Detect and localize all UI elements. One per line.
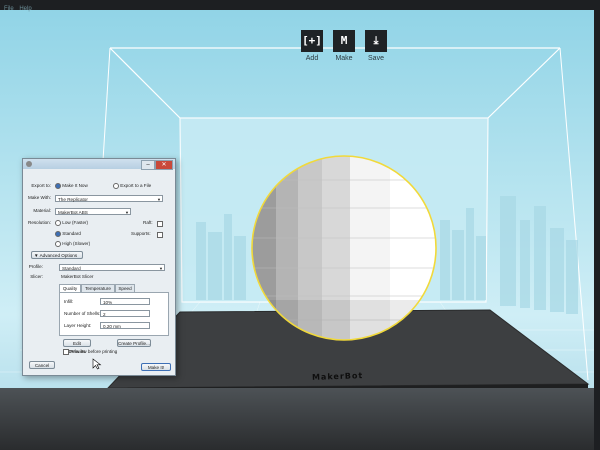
add-button[interactable]: [+] Add [298,30,326,62]
infill-label: Infill: [64,299,74,304]
create-profile-button[interactable]: Create Profile... [117,339,151,347]
material-value: MakerBot ABS [58,210,88,215]
make-with-value: The Replicator [58,197,88,202]
raft-checkbox[interactable] [157,221,163,227]
app-icon [26,161,32,167]
export-to-label: Export to: [31,183,51,188]
make-with-label: Make With: [28,195,51,200]
platform-logo: MakerBot [311,371,364,382]
resolution-low-label: Low (Faster) [62,220,89,226]
dialog-titlebar[interactable]: – ✕ [23,159,175,170]
tab-content: Infill: 10% Number of Shells: 2 Layer He… [59,292,169,336]
raft-label: Raft: [143,220,153,225]
profile-row: Profile: Standard ▼ [23,264,173,272]
profile-value: Standard [62,266,81,271]
make-label: Make [335,55,353,62]
chevron-down-icon: ▼ [125,210,129,215]
menu-bar: File Help [0,6,120,18]
preview-checkbox[interactable] [63,349,69,355]
edit-defaults-button[interactable]: Edit Defaults [63,339,91,354]
material-label: Material: [33,208,51,213]
close-button[interactable]: ✕ [155,160,173,170]
volume-edge [109,47,181,119]
material-row: Material: MakerBot ABS ▼ [23,208,173,216]
monitor-bezel-right [594,0,600,450]
resolution-label: Resolution: [28,220,51,225]
sphere-model[interactable] [246,150,442,346]
profile-label: Profile: [28,264,43,269]
slicer-row: Slicer: MakerBot Slicer [23,274,173,282]
save-label: Save [368,55,384,62]
export-row: Export to: Make It Now Export to a File [23,183,173,191]
resolution-low-row: Resolution: Low (Faster) Raft: [23,220,173,228]
layer-height-value: 0.20 mm [103,324,121,329]
makerbot-m-icon: M [333,30,355,52]
resolution-high-option[interactable]: High (Slower) [55,241,90,247]
desk-area [0,388,600,450]
make-with-row: Make With: The Replicator ▼ [23,195,173,203]
infill-value: 10% [103,300,113,305]
menu-item-help[interactable]: Help [19,6,31,12]
make-it-now-label: Make It Now [62,183,88,189]
resolution-high-label: High (Slower) [62,241,91,247]
material-select[interactable]: MakerBot ABS ▼ [55,208,131,215]
collapse-icon: ▼ [34,253,39,258]
download-icon: ⤓ [365,30,387,52]
tab-temperature[interactable]: Temperature [81,284,115,292]
tab-speed[interactable]: Speed [115,284,135,292]
resolution-low-option[interactable]: Low (Faster) [55,220,88,226]
shells-value: 2 [103,312,106,317]
add-label: Add [305,55,319,62]
supports-checkbox[interactable] [157,232,163,238]
advanced-options-toggle[interactable]: ▼ Advanced Options [31,251,83,259]
chevron-down-icon: ▼ [157,197,161,202]
radio-icon [55,231,61,237]
make-dialog: – ✕ Export to: Make It Now Export to a F… [22,158,176,376]
make-button[interactable]: M Make [330,30,358,62]
advanced-options-label: Advanced Options [39,253,78,258]
resolution-high-row: High (Slower) [23,241,173,249]
make-it-button[interactable]: Make It! [141,363,171,371]
layer-height-input[interactable]: 0.20 mm [100,322,150,329]
preview-label: Preview before printing [70,349,118,355]
supports-label: Supports: [131,231,151,236]
make-it-now-option[interactable]: Make It Now [55,183,88,189]
resolution-standard-row: Standard Supports: [23,231,173,239]
minimize-button[interactable]: – [141,160,155,170]
resolution-standard-label: Standard [62,231,81,237]
resolution-standard-option[interactable]: Standard [55,231,81,237]
settings-panel: Quality Temperature Speed Infill: 10% Nu… [59,284,169,338]
radio-icon [55,220,61,226]
chevron-down-icon: ▼ [159,266,163,271]
export-to-file-option[interactable]: Export to a File [113,183,151,189]
cancel-button[interactable]: Cancel [29,361,55,369]
preview-row: Preview before printing [63,349,153,357]
profile-select[interactable]: Standard ▼ [59,264,165,271]
layer-height-label: Layer Height: [64,323,92,328]
export-to-file-label: Export to a File [120,183,152,189]
add-icon: [+] [301,30,323,52]
slicer-label: Slicer: [30,274,43,279]
radio-icon [113,183,119,189]
tab-quality[interactable]: Quality [59,284,81,292]
mouse-pointer-icon [92,358,102,370]
shells-input[interactable]: 2 [100,310,150,317]
menu-item-file[interactable]: File [4,6,14,12]
radio-icon [55,183,61,189]
radio-icon [55,241,61,247]
make-with-select[interactable]: The Replicator ▼ [55,195,163,202]
slicer-value: MakerBot Slicer [61,274,94,279]
makerware-viewport[interactable]: File Help [+] Add M Make ⤓ Save MakerBot… [0,0,600,450]
infill-input[interactable]: 10% [100,298,150,305]
top-toolbar: [+] Add M Make ⤓ Save [298,30,394,74]
shells-label: Number of Shells: [64,311,101,316]
save-button[interactable]: ⤓ Save [362,30,390,62]
volume-edge [487,47,561,119]
